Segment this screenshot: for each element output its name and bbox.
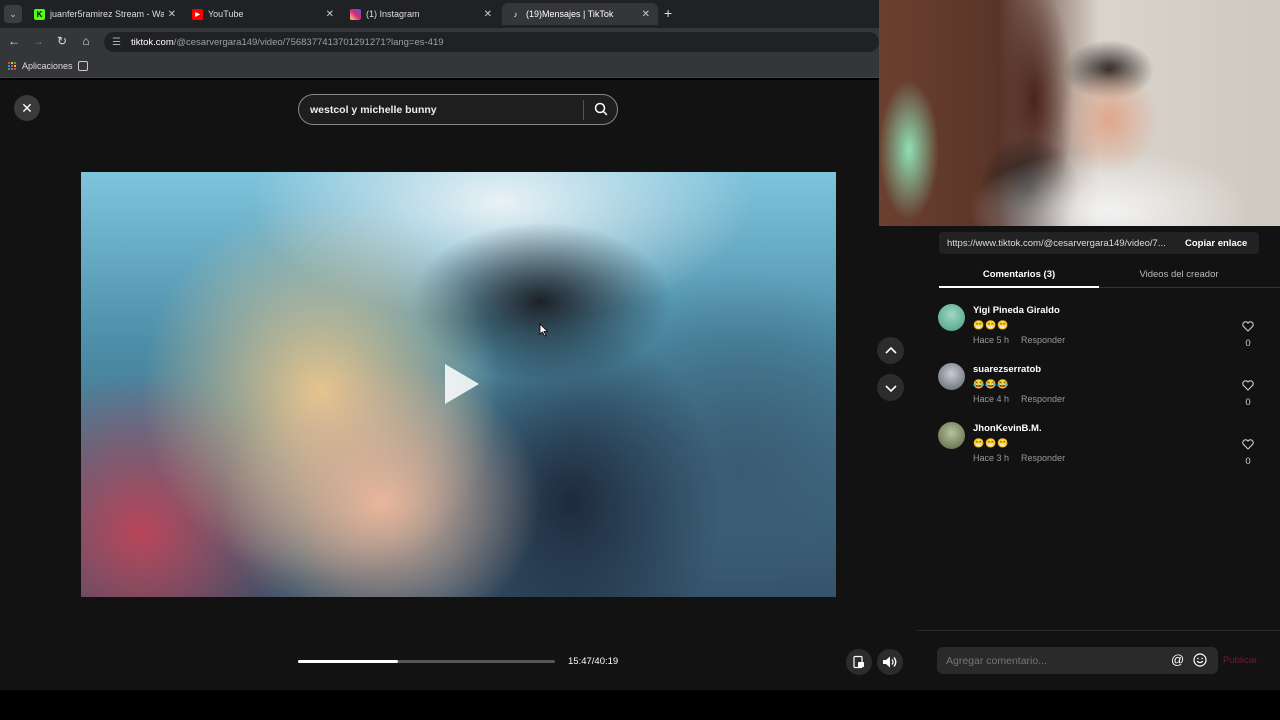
kick-icon: K bbox=[34, 8, 45, 20]
new-tab-icon[interactable]: + bbox=[664, 5, 672, 21]
like-count: 0 bbox=[1245, 397, 1251, 408]
close-tab-icon[interactable]: ✕ bbox=[326, 9, 334, 20]
tab-creator-videos[interactable]: Videos del creador bbox=[1099, 269, 1259, 280]
url-host: tiktok.com bbox=[130, 36, 174, 48]
home-icon[interactable]: ⌂ bbox=[78, 34, 94, 48]
reply-button[interactable]: Responder bbox=[1021, 394, 1065, 404]
reply-button[interactable]: Responder bbox=[1021, 453, 1065, 463]
close-tab-icon[interactable]: ✕ bbox=[168, 9, 176, 20]
play-icon[interactable] bbox=[445, 364, 479, 404]
comment-text: 😁😁😁 bbox=[973, 320, 1010, 330]
avatar[interactable] bbox=[938, 363, 965, 390]
floating-player-button[interactable] bbox=[846, 649, 872, 675]
like-count: 0 bbox=[1245, 338, 1251, 349]
heart-icon[interactable] bbox=[1242, 439, 1254, 450]
search-bar[interactable]: westcol y michelle bunny bbox=[298, 94, 618, 125]
volume-icon bbox=[883, 656, 897, 668]
browser-tab-bar: ⌄ K juanfer5ramirez Stream - Watch ✕ ▶ Y… bbox=[0, 0, 879, 28]
close-tab-icon[interactable]: ✕ bbox=[642, 9, 650, 20]
comments-panel: https://www.tiktok.com/@cesarvergara149/… bbox=[917, 226, 1280, 690]
tiktok-video-page: ✕ westcol y michelle bunny 15:47/40:19 bbox=[0, 80, 917, 690]
like-count: 0 bbox=[1245, 456, 1251, 467]
comment-item: suarezserratob 😂😂😂 Hace 4 h Responder 0 bbox=[938, 363, 1258, 413]
search-divider bbox=[583, 100, 584, 120]
tab-search-chevron-icon[interactable]: ⌄ bbox=[4, 5, 22, 23]
tab-comments[interactable]: Comentarios (3) bbox=[939, 269, 1099, 280]
bottom-strip bbox=[0, 690, 1280, 720]
comment-username[interactable]: suarezserratob bbox=[973, 364, 1041, 375]
back-icon[interactable]: ← bbox=[6, 34, 22, 48]
heart-icon[interactable] bbox=[1242, 380, 1254, 391]
close-tab-icon[interactable]: ✕ bbox=[484, 9, 492, 20]
comment-time: Hace 5 h bbox=[973, 335, 1010, 345]
volume-button[interactable] bbox=[877, 649, 903, 675]
instagram-icon bbox=[350, 8, 361, 20]
active-tab-indicator bbox=[939, 286, 1099, 288]
tab-title: juanfer5ramirez Stream - Watch bbox=[50, 9, 164, 19]
search-icon[interactable] bbox=[593, 101, 609, 117]
reload-icon[interactable]: ↻ bbox=[54, 34, 70, 48]
comment-meta: Hace 5 h Responder bbox=[973, 335, 1065, 345]
url-field[interactable]: ☰ tiktok.com /@cesarvergara149/video/756… bbox=[104, 32, 879, 52]
chevron-down-icon bbox=[884, 384, 897, 392]
youtube-icon: ▶ bbox=[192, 8, 203, 20]
comments-tabs: Comentarios (3) Videos del creador bbox=[939, 264, 1280, 288]
share-link-row: https://www.tiktok.com/@cesarvergara149/… bbox=[939, 232, 1259, 254]
bookmarks-bar: Aplicaciones bbox=[0, 56, 879, 78]
video-player[interactable] bbox=[81, 172, 836, 597]
heart-icon[interactable] bbox=[1242, 321, 1254, 332]
comment-username[interactable]: Yigi Pineda Giraldo bbox=[973, 305, 1060, 316]
screen: ⌄ K juanfer5ramirez Stream - Watch ✕ ▶ Y… bbox=[0, 0, 1280, 720]
tab-kick[interactable]: K juanfer5ramirez Stream - Watch ✕ bbox=[26, 3, 184, 25]
comment-text: 😁😁😁 bbox=[973, 438, 1010, 448]
site-info-icon[interactable]: ☰ bbox=[112, 37, 121, 48]
comment-composer: @ Publicar bbox=[917, 630, 1280, 690]
previous-video-button[interactable] bbox=[877, 337, 904, 364]
emoji-icon[interactable] bbox=[1193, 653, 1207, 667]
tab-instagram[interactable]: (1) Instagram ✕ bbox=[342, 3, 500, 25]
tab-youtube[interactable]: ▶ YouTube ✕ bbox=[184, 3, 342, 25]
video-time: 15:47/40:19 bbox=[568, 656, 619, 667]
reply-button[interactable]: Responder bbox=[1021, 335, 1065, 345]
floating-player-icon bbox=[853, 655, 864, 669]
apps-grid-icon bbox=[8, 62, 16, 70]
video-progress-fill bbox=[298, 660, 399, 663]
comment-item: Yigi Pineda Giraldo 😁😁😁 Hace 5 h Responde… bbox=[938, 304, 1258, 354]
avatar[interactable] bbox=[938, 304, 965, 331]
comment-item: JhonKevinB.M. 😁😁😁 Hace 3 h Responder 0 bbox=[938, 422, 1258, 472]
tab-groups-icon[interactable] bbox=[78, 61, 88, 71]
copy-link-button[interactable]: Copiar enlace bbox=[1185, 238, 1247, 249]
close-video-button[interactable]: ✕ bbox=[14, 95, 40, 121]
publish-button[interactable]: Publicar bbox=[1223, 655, 1257, 666]
tab-title: (19)Mensajes | TikTok bbox=[526, 9, 614, 19]
search-input[interactable]: westcol y michelle bunny bbox=[310, 104, 437, 116]
address-bar-row: ← → ↻ ⌂ ☰ tiktok.com /@cesarvergara149/v… bbox=[0, 28, 879, 56]
tab-title: YouTube bbox=[208, 9, 244, 19]
chevron-up-icon bbox=[884, 346, 897, 354]
video-progress-bar[interactable] bbox=[298, 660, 555, 663]
bookmark-apps-label: Aplicaciones bbox=[22, 61, 73, 71]
next-video-button[interactable] bbox=[877, 374, 904, 401]
comment-text: 😂😂😂 bbox=[973, 379, 1010, 389]
avatar[interactable] bbox=[938, 422, 965, 449]
streamer-webcam bbox=[879, 0, 1280, 226]
mention-icon[interactable]: @ bbox=[1171, 652, 1184, 667]
comment-time: Hace 3 h bbox=[973, 453, 1010, 463]
comment-time: Hace 4 h bbox=[973, 394, 1010, 404]
share-link-text[interactable]: https://www.tiktok.com/@cesarvergara149/… bbox=[939, 238, 1175, 249]
bookmark-apps[interactable]: Aplicaciones bbox=[8, 61, 73, 71]
url-path: /@cesarvergara149/video/7568377413701291… bbox=[173, 36, 444, 48]
comment-meta: Hace 4 h Responder bbox=[973, 394, 1065, 404]
tab-title: (1) Instagram bbox=[366, 9, 420, 19]
tiktok-icon: ♪ bbox=[513, 9, 518, 19]
comment-meta: Hace 3 h Responder bbox=[973, 453, 1065, 463]
mouse-cursor-icon bbox=[539, 323, 549, 337]
comment-username[interactable]: JhonKevinB.M. bbox=[973, 423, 1042, 434]
tab-tiktok[interactable]: ♪ (19)Mensajes | TikTok ✕ bbox=[502, 3, 658, 25]
forward-icon[interactable]: → bbox=[30, 34, 46, 48]
